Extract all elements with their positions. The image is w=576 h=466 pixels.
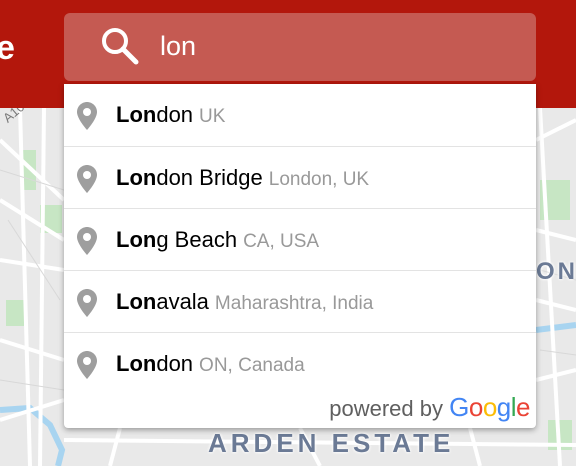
map-pin-icon <box>77 227 97 255</box>
suggestion-match: Lon <box>116 351 157 376</box>
suggestion-text: London Bridge London, UK <box>116 163 369 195</box>
google-logo-letter: o <box>468 392 483 422</box>
map-pin-icon <box>77 289 97 317</box>
google-logo-letter: e <box>516 392 530 422</box>
suggestion-item[interactable]: London Bridge London, UK <box>64 146 536 208</box>
map-pin-icon <box>77 165 97 193</box>
suggestion-match: Lon <box>116 289 157 314</box>
suggestion-item[interactable]: Lonavala Maharashtra, India <box>64 270 536 332</box>
map-area-label: ON <box>536 258 576 285</box>
suggestion-item[interactable]: London ON, Canada <box>64 332 536 394</box>
suggestion-rest: g Beach <box>156 227 238 252</box>
map-pin-icon <box>77 351 97 379</box>
suggestion-secondary: ON, Canada <box>199 355 305 376</box>
search-input[interactable] <box>160 24 520 68</box>
suggestion-match: Lon <box>116 165 157 190</box>
suggestion-item[interactable]: Long Beach CA, USA <box>64 208 536 270</box>
google-logo: Google <box>449 392 530 422</box>
map-pin-icon <box>77 102 97 130</box>
suggestion-text: London ON, Canada <box>116 349 305 381</box>
suggestion-rest: avala <box>156 289 209 314</box>
suggestion-secondary: CA, USA <box>243 231 320 252</box>
suggestion-match: Lon <box>116 102 157 127</box>
suggestion-rest: don <box>156 351 194 376</box>
google-logo-letter: G <box>449 392 469 422</box>
suggestion-rest: don Bridge <box>156 165 263 190</box>
map-area-label-estate: ARDEN ESTATE <box>208 428 455 458</box>
suggestion-text: London UK <box>116 100 225 132</box>
powered-by-label: powered by <box>329 396 443 421</box>
suggestion-rest: don <box>156 102 194 127</box>
suggestion-secondary: Maharashtra, India <box>214 293 374 314</box>
suggestion-text: Long Beach CA, USA <box>116 225 319 257</box>
google-logo-letter: g <box>496 392 511 422</box>
suggestion-secondary: London, UK <box>268 169 370 190</box>
search-icon[interactable] <box>100 26 140 66</box>
autocomplete-dropdown: London UK London Bridge London, UK Long Be… <box>64 84 536 428</box>
suggestion-text: Lonavala Maharashtra, India <box>116 287 373 319</box>
powered-by-google: powered by Google <box>329 392 530 422</box>
suggestion-match: Lon <box>116 227 157 252</box>
suggestion-secondary: UK <box>199 106 226 127</box>
app-title-fragment: e <box>0 29 15 67</box>
suggestion-item[interactable]: London UK <box>64 84 536 146</box>
google-logo-letter: o <box>482 392 497 422</box>
